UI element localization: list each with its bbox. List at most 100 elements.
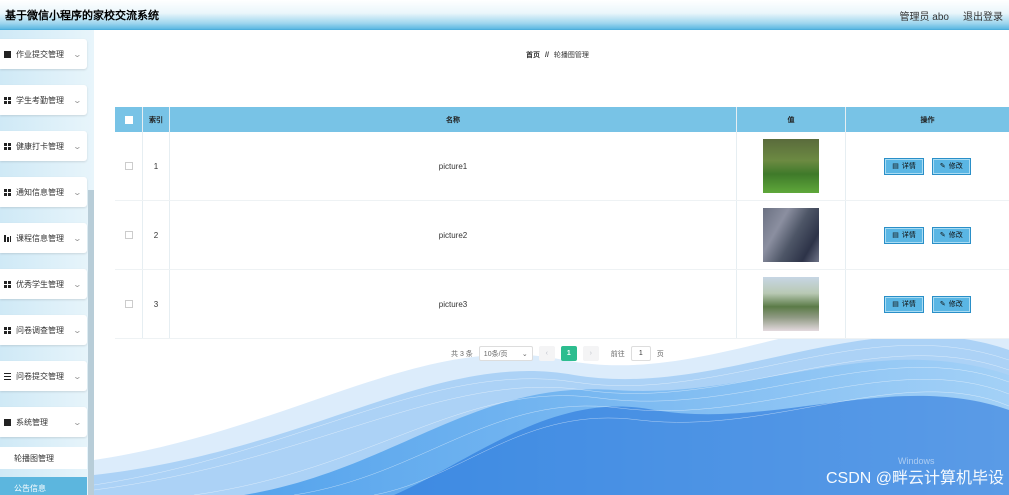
row-checkbox[interactable]: [124, 162, 133, 170]
edit-icon: ✎: [939, 232, 946, 239]
sidebar-item-system[interactable]: 系统管理 ⌄: [0, 407, 87, 437]
list-icon: [4, 372, 11, 380]
row-name: picture3: [170, 270, 737, 338]
sidebar-item-attendance[interactable]: 学生考勤管理 ⌄: [0, 85, 87, 115]
sidebar-item-label: 系统管理: [16, 417, 48, 427]
csdn-watermark: CSDN @畔云计算机毕设: [825, 470, 1004, 487]
row-image-cell: [737, 270, 846, 338]
top-bar: 基于微信小程序的家校交流系统 管理员 abo 退出登录: [0, 0, 1009, 30]
sidebar-item-survey-submit[interactable]: 问卷提交管理 ⌄: [0, 361, 87, 391]
row-index: 1: [143, 132, 170, 200]
row-image-cell: [737, 132, 846, 200]
row-select-cell: [115, 270, 143, 338]
row-index: 3: [143, 270, 170, 338]
detail-button[interactable]: ▤ 详情: [884, 157, 924, 175]
chevron-down-icon: ⌄: [72, 141, 83, 151]
sidebar-item-homework[interactable]: 作业提交管理 ⌄: [0, 39, 87, 69]
header-actions: 操作: [920, 116, 935, 124]
page-suffix: 页: [656, 350, 664, 358]
sidebar-item-label: 问卷调查管理: [16, 325, 64, 335]
breadcrumb-separator: //: [545, 52, 549, 59]
edit-icon: ✎: [939, 163, 946, 170]
breadcrumb-current: 轮播图管理: [553, 52, 589, 59]
monitor-icon: [4, 418, 11, 426]
sidebar-item-label: 课程信息管理: [16, 233, 64, 243]
chevron-down-icon: ⌄: [72, 371, 83, 381]
sidebar-item-label: 优秀学生管理: [16, 279, 64, 289]
edit-label: 修改: [948, 163, 963, 170]
page-size-value: 10条/页: [483, 350, 508, 358]
prev-page-button[interactable]: ‹: [538, 346, 555, 361]
header-name: 名称: [170, 107, 737, 132]
edit-label: 修改: [948, 301, 963, 308]
user-menu: 管理员 abo 退出登录: [900, 8, 1003, 23]
grid-icon: [4, 280, 11, 288]
row-checkbox[interactable]: [124, 231, 133, 239]
sidebar-item-course[interactable]: 课程信息管理 ⌄: [0, 223, 87, 253]
document-icon: ▤: [892, 301, 899, 308]
header-select-cell: [115, 107, 143, 132]
row-image-cell: [737, 201, 846, 269]
table-row: 2 picture2 ▤ 详情 ✎ 修改: [115, 201, 1009, 270]
sidebar-item-survey[interactable]: 问卷调查管理 ⌄: [0, 315, 87, 345]
logout-link[interactable]: 退出登录: [963, 8, 1003, 23]
grid-icon: [4, 96, 11, 104]
edit-icon: ✎: [939, 301, 946, 308]
row-name: picture2: [170, 201, 737, 269]
breadcrumb-home[interactable]: 首页: [526, 52, 540, 59]
sidebar-item-label: 学生考勤管理: [16, 95, 64, 105]
breadcrumb: 首页 // 轮播图管理: [526, 50, 589, 60]
monitor-icon: [4, 50, 11, 58]
row-name: picture1: [170, 132, 737, 200]
admin-user-label[interactable]: 管理员 abo: [900, 8, 949, 23]
chevron-right-icon: ›: [589, 350, 592, 357]
chart-icon: [4, 234, 11, 242]
grid-icon: [4, 188, 11, 196]
row-select-cell: [115, 201, 143, 269]
sidebar-item-label: 问卷提交管理: [16, 371, 64, 381]
carousel-thumbnail[interactable]: [763, 139, 819, 193]
carousel-thumbnail[interactable]: [763, 277, 819, 331]
chevron-down-icon: ⌄: [72, 233, 83, 243]
goto-label: 前往: [610, 350, 625, 358]
sidebar-item-label: 作业提交管理: [16, 49, 64, 59]
chevron-down-icon: ⌄: [72, 187, 83, 197]
data-table: 索引 名称 值 操作 1 picture1 ▤ 详情 ✎ 修改 2 picture2…: [115, 107, 1009, 339]
header-index: 索引: [143, 107, 170, 132]
document-icon: ▤: [892, 232, 899, 239]
edit-button[interactable]: ✎ 修改: [931, 157, 971, 175]
row-checkbox[interactable]: [124, 300, 133, 308]
grid-icon: [4, 142, 11, 150]
sidebar-item-health[interactable]: 健康打卡管理 ⌄: [0, 131, 87, 161]
sidebar-item-label: 健康打卡管理: [16, 141, 64, 151]
chevron-down-icon: ⌄: [72, 95, 83, 105]
table-header: 索引 名称 值 操作: [115, 107, 1009, 132]
detail-button[interactable]: ▤ 详情: [884, 295, 924, 313]
select-all-checkbox[interactable]: [124, 115, 133, 124]
table-row: 3 picture3 ▤ 详情 ✎ 修改: [115, 270, 1009, 339]
pagination: 共 3 条 10条/页 ⌄ ‹ 1 › 前往 1 页: [451, 346, 664, 361]
sidebar-item-label: 通知信息管理: [16, 187, 64, 197]
sidebar: 作业提交管理 ⌄ 学生考勤管理 ⌄ 健康打卡管理 ⌄ 通知信息管理 ⌄ 课程信息…: [0, 30, 94, 495]
sidebar-item-excellent-students[interactable]: 优秀学生管理 ⌄: [0, 269, 87, 299]
main-content: 首页 // 轮播图管理 索引 名称 值 操作 1 picture1 ▤ 详情 ✎ 修改 …: [94, 30, 1009, 495]
page-size-select[interactable]: 10条/页 ⌄: [478, 346, 533, 361]
detail-button[interactable]: ▤ 详情: [884, 226, 924, 244]
sidebar-item-notice[interactable]: 通知信息管理 ⌄: [0, 177, 87, 207]
sidebar-subitem-carousel[interactable]: 轮播图管理: [0, 447, 87, 469]
next-page-button[interactable]: ›: [582, 346, 599, 361]
edit-button[interactable]: ✎ 修改: [931, 295, 971, 313]
grid-icon: [4, 326, 11, 334]
chevron-left-icon: ‹: [545, 350, 548, 357]
chevron-down-icon: ⌄: [72, 417, 83, 427]
app-title: 基于微信小程序的家校交流系统: [5, 10, 159, 22]
row-actions: ▤ 详情 ✎ 修改: [846, 270, 1009, 338]
edit-button[interactable]: ✎ 修改: [931, 226, 971, 244]
page-1-button[interactable]: 1: [560, 346, 577, 361]
goto-page-input[interactable]: 1: [630, 346, 651, 361]
detail-label: 详情: [901, 301, 916, 308]
chevron-down-icon: ⌄: [72, 279, 83, 289]
carousel-thumbnail[interactable]: [763, 208, 819, 262]
sidebar-subitem-announcement[interactable]: 公告信息: [0, 477, 87, 495]
row-select-cell: [115, 132, 143, 200]
